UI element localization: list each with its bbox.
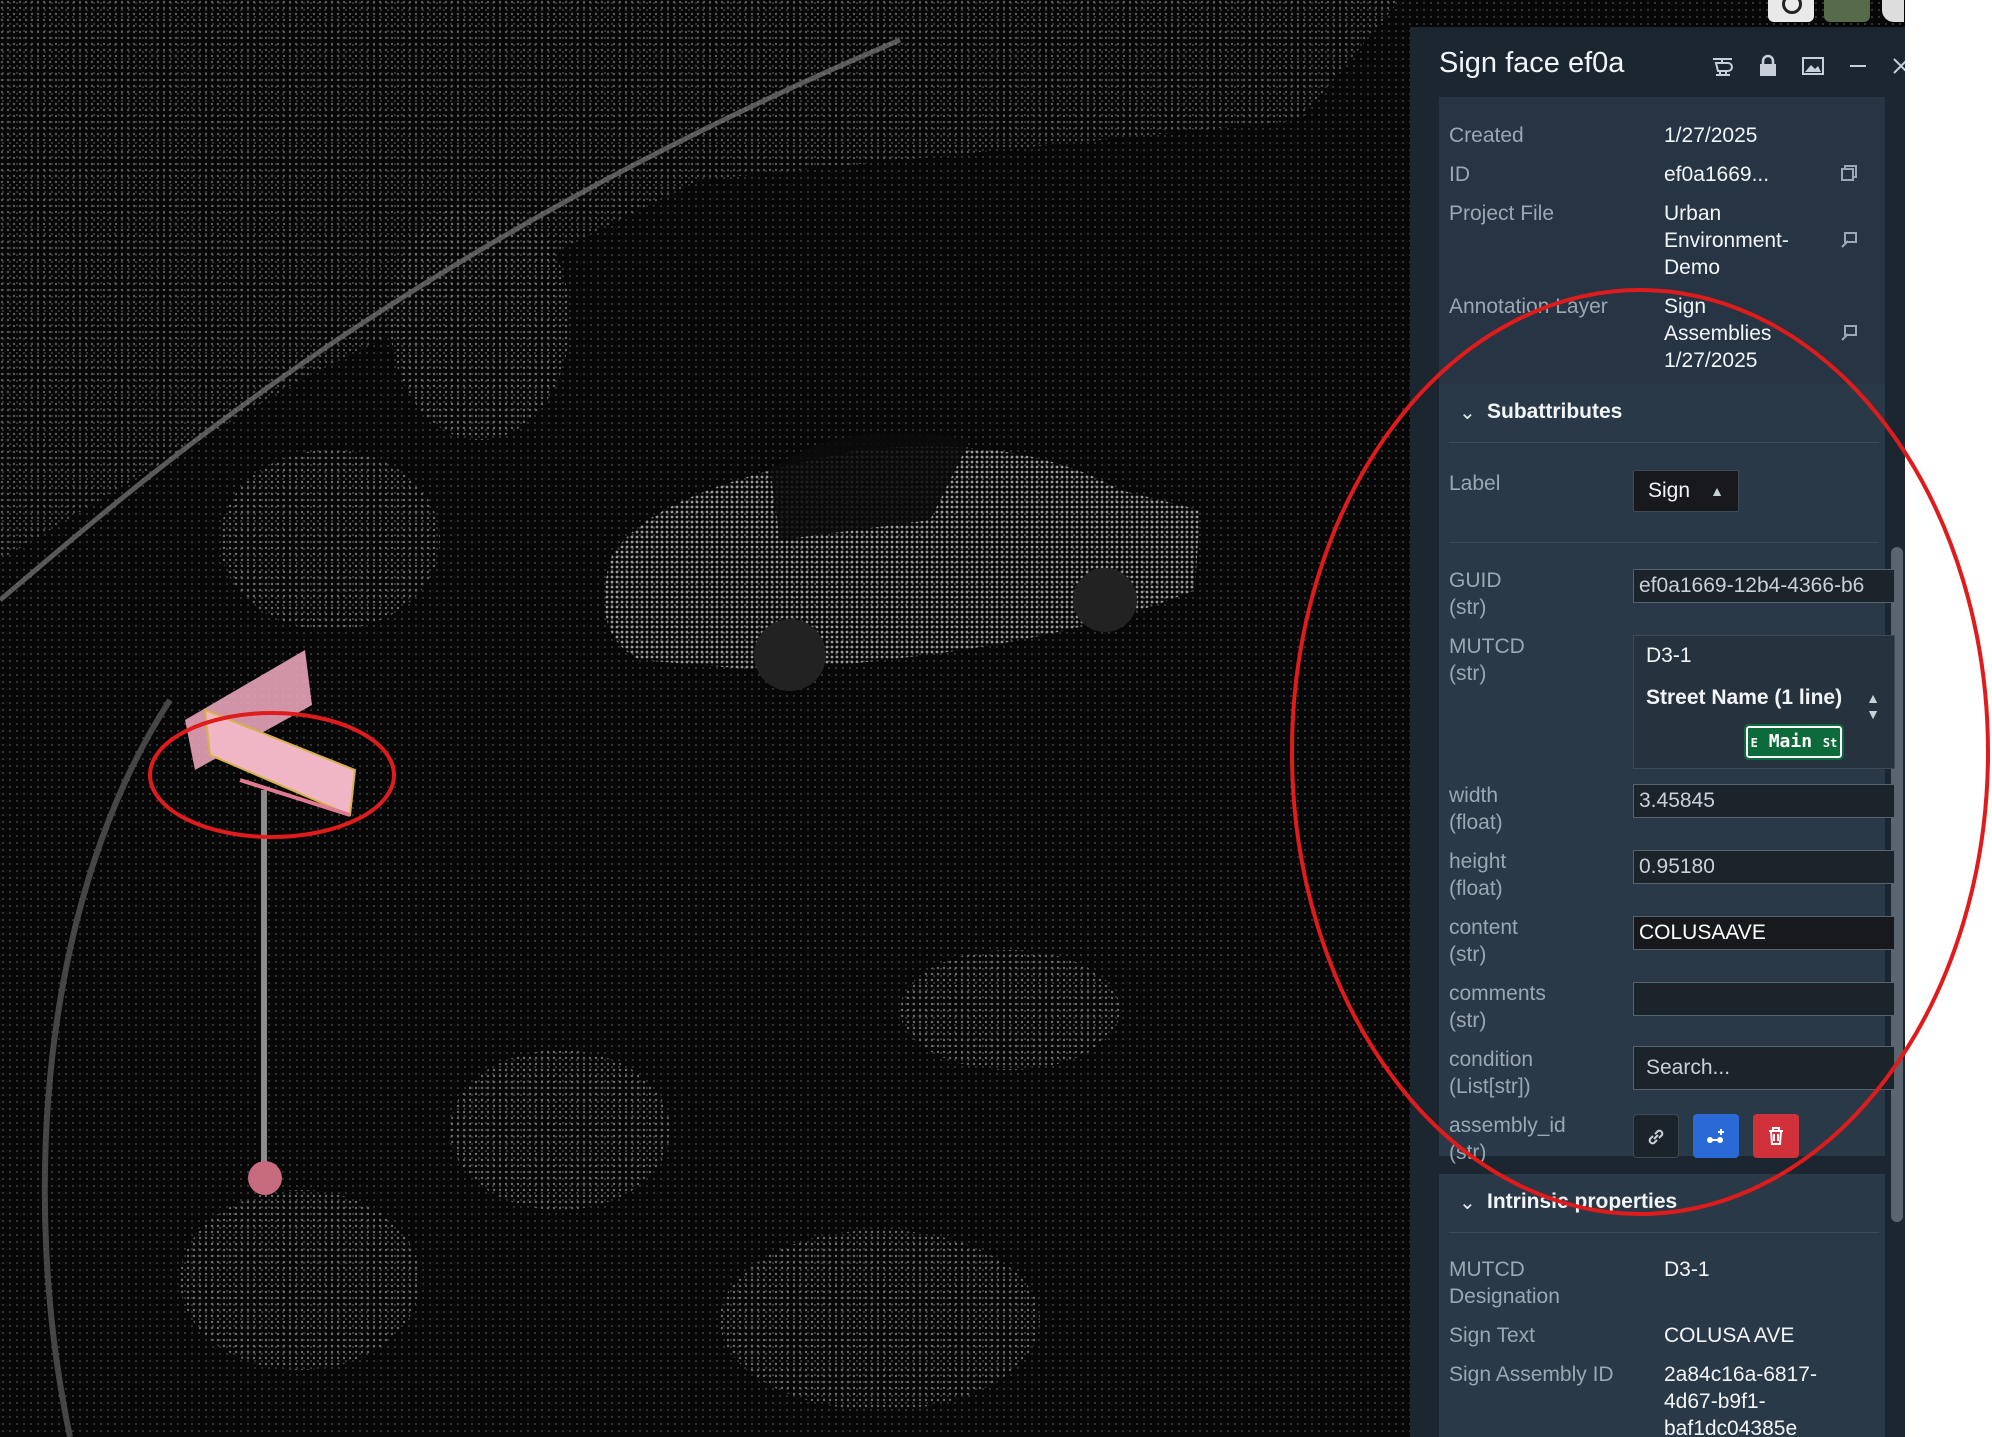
condition-search-input[interactable]: Search... bbox=[1633, 1046, 1895, 1090]
helicopter-icon[interactable] bbox=[1710, 53, 1736, 79]
create-assembly-button[interactable] bbox=[1693, 1114, 1739, 1158]
created-value: 1/27/2025 bbox=[1664, 124, 1758, 147]
sign-assembly-id-value-line3: baf1dc04385e bbox=[1664, 1417, 1798, 1437]
mutcd-code: D3-1 bbox=[1646, 644, 1692, 667]
comments-label-line2: (str) bbox=[1449, 1009, 1487, 1032]
id-value: ef0a1669... bbox=[1664, 163, 1770, 186]
comments-input[interactable] bbox=[1633, 982, 1895, 1016]
guid-label-line2: (str) bbox=[1449, 596, 1487, 619]
bush-points bbox=[220, 450, 440, 630]
chevron-down-icon: ⌄ bbox=[1459, 402, 1476, 424]
project-file-value-line1[interactable]: Urban bbox=[1664, 200, 1721, 227]
sort-arrows-icon: ▲ ▼ bbox=[1866, 690, 1880, 722]
guid-input[interactable]: ef0a1669-12b4-4366-b6 bbox=[1633, 569, 1895, 603]
project-file-label: Project File bbox=[1449, 202, 1555, 225]
image-icon[interactable] bbox=[1800, 53, 1826, 79]
panel-header: Sign face ef0a bbox=[1410, 27, 1905, 105]
project-file-value-line2[interactable]: Environment- bbox=[1664, 227, 1789, 254]
annotation-layer-value-line3[interactable]: 1/27/2025 bbox=[1664, 347, 1757, 374]
intrinsic-properties-section: ⌄ Intrinsic properties MUTCD Designation… bbox=[1439, 1174, 1885, 1437]
mutcd-label-line2: (str) bbox=[1449, 662, 1487, 685]
sign-text-label: Sign Text bbox=[1449, 1324, 1535, 1347]
map-thumbnail-button[interactable] bbox=[1824, 0, 1870, 22]
sign-main: Main bbox=[1768, 731, 1813, 752]
content-label-line1: content bbox=[1449, 916, 1518, 939]
pole-base-marker[interactable] bbox=[248, 1161, 282, 1195]
width-label-line1: width bbox=[1449, 784, 1499, 807]
width-input[interactable]: 3.45845 bbox=[1633, 784, 1895, 818]
divider bbox=[1449, 542, 1879, 543]
subattributes-section: ⌄ Subattributes Label Sign ▲ GUID (str) … bbox=[1439, 384, 1895, 1164]
chevron-down-icon: ⌄ bbox=[1459, 1192, 1476, 1214]
annotation-layer-label: Annotation Layer bbox=[1449, 295, 1608, 318]
guid-label-line1: GUID bbox=[1449, 569, 1502, 592]
mutcd-name: Street Name (1 line) bbox=[1646, 686, 1843, 709]
sign-prefix: E bbox=[1750, 736, 1758, 750]
intrinsic-properties-header[interactable]: ⌄ Intrinsic properties bbox=[1449, 1174, 1879, 1233]
subattributes-header[interactable]: ⌄ Subattributes bbox=[1449, 384, 1879, 443]
assembly-id-label-line2: (str) bbox=[1449, 1141, 1487, 1164]
height-input[interactable]: 0.95180 bbox=[1633, 850, 1895, 884]
created-label: Created bbox=[1449, 124, 1524, 147]
user-avatar[interactable] bbox=[1882, 0, 1904, 22]
street-sign-preview: E Main St bbox=[1744, 724, 1844, 760]
annotation-layer-value-line1[interactable]: Sign bbox=[1664, 293, 1706, 320]
sign-assembly-id-value-line1: 2a84c16a-6817- bbox=[1664, 1363, 1817, 1386]
open-project-icon[interactable] bbox=[1839, 230, 1859, 255]
link-button[interactable] bbox=[1633, 1114, 1679, 1158]
sign-assembly-id-value-line2: 4d67-b9f1- bbox=[1664, 1390, 1766, 1413]
open-layer-icon[interactable] bbox=[1839, 323, 1859, 348]
width-label-line2: (float) bbox=[1449, 811, 1503, 834]
panel-title: Sign face ef0a bbox=[1439, 47, 1625, 79]
metadata-section: Created 1/27/2025 ID ef0a1669... Project… bbox=[1439, 97, 1885, 393]
label-select-value: Sign bbox=[1648, 479, 1691, 502]
sort-arrows-icon: ▲ bbox=[1710, 483, 1724, 499]
assembly-id-label-line1: assembly_id bbox=[1449, 1114, 1566, 1137]
intrinsic-mutcd-value: D3-1 bbox=[1664, 1258, 1710, 1281]
subattributes-title: Subattributes bbox=[1487, 400, 1623, 423]
intrinsic-mutcd-label-line1: MUTCD bbox=[1449, 1258, 1525, 1281]
label-field-label: Label bbox=[1449, 472, 1501, 495]
sign-suffix: St bbox=[1822, 736, 1838, 750]
close-icon[interactable] bbox=[1888, 53, 1905, 79]
search-icon[interactable] bbox=[1768, 0, 1814, 22]
lock-icon[interactable] bbox=[1755, 53, 1781, 79]
content-input[interactable]: COLUSAAVE bbox=[1633, 916, 1895, 950]
id-label: ID bbox=[1449, 163, 1470, 186]
copy-icon[interactable] bbox=[1839, 163, 1859, 188]
content-label-line2: (str) bbox=[1449, 943, 1487, 966]
sign-text-value: COLUSA AVE bbox=[1664, 1324, 1795, 1347]
height-label-line1: height bbox=[1449, 850, 1507, 873]
annotation-layer-value-line2[interactable]: Assemblies bbox=[1664, 320, 1771, 347]
label-select[interactable]: Sign ▲ bbox=[1633, 470, 1739, 512]
sign-face-panel: Sign face ef0a Created 1/27/2025 ID ef0a… bbox=[1410, 27, 1905, 1437]
intrinsic-properties-title: Intrinsic properties bbox=[1487, 1190, 1678, 1213]
tree-points bbox=[390, 200, 570, 440]
mutcd-label-line1: MUTCD bbox=[1449, 635, 1525, 658]
condition-label-line1: condition bbox=[1449, 1048, 1534, 1071]
intrinsic-mutcd-label-line2: Designation bbox=[1449, 1285, 1560, 1308]
mutcd-select[interactable]: D3-1 Street Name (1 line) ▲ ▼ E Main St bbox=[1633, 635, 1895, 769]
condition-label-line2: (List[str]) bbox=[1449, 1075, 1531, 1098]
comments-label-line1: comments bbox=[1449, 982, 1546, 1005]
height-label-line2: (float) bbox=[1449, 877, 1503, 900]
minimize-icon[interactable] bbox=[1845, 53, 1871, 79]
project-file-value-line3[interactable]: Demo bbox=[1664, 254, 1720, 281]
delete-button[interactable] bbox=[1753, 1114, 1799, 1158]
sign-assembly-id-label: Sign Assembly ID bbox=[1449, 1363, 1614, 1386]
